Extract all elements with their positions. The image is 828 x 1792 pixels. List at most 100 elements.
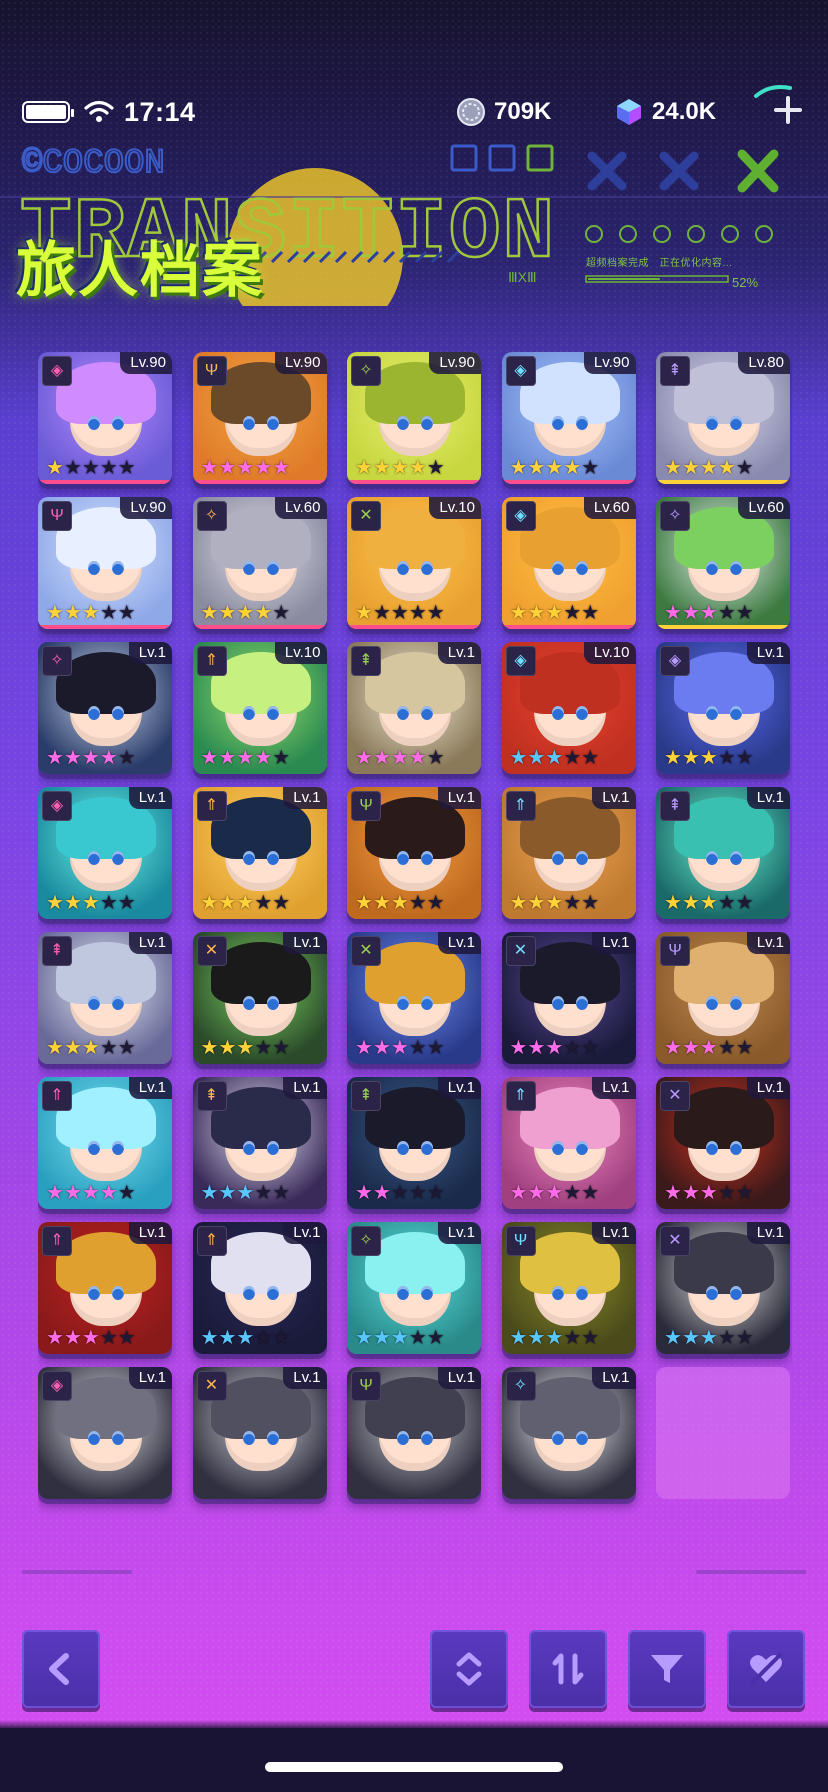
level-badge: Lv.1 [746,1077,790,1099]
character-card[interactable]: ✧ Lv.90 ★ ★ ★ ★ ★ [347,352,481,484]
home-indicator[interactable] [265,1762,563,1772]
gem-currency[interactable]: 24.0K [614,97,716,127]
star-icon: ★ [563,1327,581,1349]
star-rating: ★ ★ ★ ★ ★ [355,1037,445,1059]
class-icon: ✧ [351,1226,381,1256]
character-grid: ◈ Lv.90 ★ ★ ★ ★ ★ Ψ Lv.90 ★ ★ ★ ★ ★ ✧ Lv.90 ★ ★ ★ ★ ★ ◈ Lv.90 ★… [38,352,792,1550]
star-icon: ★ [218,892,236,914]
star-icon: ★ [200,1182,219,1204]
star-icon: ★ [99,892,118,914]
character-card[interactable]: ✕ Lv.1 ★ ★ ★ ★ ★ [347,932,481,1064]
empty-slot [656,1367,790,1499]
character-card[interactable]: ⇞ Lv.1 ★ ★ ★ ★ ★ [347,642,481,774]
favorite-button[interactable] [727,1630,805,1708]
star-icon: ★ [355,457,373,479]
character-card[interactable]: ⇑ Lv.1 ★ ★ ★ ★ ★ [192,787,327,919]
class-icon: ⇞ [196,1081,227,1111]
level-badge: Lv.90 [120,497,172,519]
star-icon: ★ [200,892,219,914]
character-card[interactable]: ⇞ Lv.1 ★ ★ ★ ★ ★ [656,787,790,919]
level-badge: Lv.1 [437,787,481,809]
filter-button[interactable] [628,1630,706,1708]
star-icon: ★ [355,1182,373,1204]
character-card[interactable]: ⇞ Lv.1 ★ ★ ★ ★ ★ [192,1077,327,1209]
character-card[interactable]: ◈ Lv.90 ★ ★ ★ ★ ★ [501,352,636,484]
character-card[interactable]: ⇞ Lv.80 ★ ★ ★ ★ ★ [656,352,790,484]
star-icon: ★ [563,1182,581,1204]
star-icon: ★ [372,1037,391,1059]
character-card[interactable]: Ψ Lv.1 ★ ★ ★ ★ ★ [347,787,481,919]
page-banner: ©COCOON TRANSITION ⅢXⅢ 旅人档案 超频档案完成 正在优化内… [0,136,828,306]
star-icon: ★ [63,892,82,914]
class-icon: ◈ [505,646,536,676]
character-card[interactable]: ◈ Lv.10 ★ ★ ★ ★ ★ [501,642,636,774]
class-icon: Ψ [351,1371,381,1401]
character-card[interactable]: Ψ Lv.90 ★ ★ ★ ★ ★ [38,497,172,629]
class-icon: Ψ [196,356,227,386]
character-card[interactable]: ✧ Lv.1 ★ ★ ★ ★ ★ [347,1222,481,1354]
level-badge: Lv.1 [283,1222,327,1244]
character-card[interactable]: ✕ Lv.1 ★ ★ ★ ★ ★ [501,932,636,1064]
character-card[interactable]: Ψ Lv.1 ★ ★ ★ ★ ★ [501,1222,636,1354]
character-card[interactable]: ✕ Lv.1 ★ ★ ★ ★ ★ [192,932,327,1064]
star-icon: ★ [527,1327,545,1349]
character-card[interactable]: ⇑ Lv.1 ★ ★ ★ ★ ★ [501,1077,636,1209]
star-icon: ★ [254,602,272,624]
character-card[interactable]: ✧ Lv.1 ★ ★ ★ ★ ★ [38,642,172,774]
progress-fill [588,278,660,280]
star-icon: ★ [545,892,563,914]
character-card[interactable]: ✧ Lv.1 [501,1367,636,1499]
class-icon: ✕ [660,1081,690,1111]
star-icon: ★ [272,1182,290,1204]
star-rating: ★ ★ ★ ★ ★ [510,457,600,479]
star-icon: ★ [426,1327,445,1349]
star-icon: ★ [355,602,373,624]
character-card[interactable]: ✕ Lv.1 ★ ★ ★ ★ ★ [656,1077,790,1209]
star-icon: ★ [717,892,736,914]
expand-button[interactable] [430,1630,508,1708]
character-card[interactable]: Ψ Lv.1 ★ ★ ★ ★ ★ [656,932,790,1064]
character-card[interactable]: ⇞ Lv.1 ★ ★ ★ ★ ★ [347,1077,481,1209]
character-card[interactable]: ⇑ Lv.10 ★ ★ ★ ★ ★ [192,642,327,774]
character-card[interactable]: Ψ Lv.90 ★ ★ ★ ★ ★ [192,352,327,484]
character-card[interactable]: ⇞ Lv.1 ★ ★ ★ ★ ★ [38,932,172,1064]
star-icon: ★ [117,1327,136,1349]
dot-row [585,225,773,243]
character-card[interactable]: ⇑ Lv.1 ★ ★ ★ ★ ★ [192,1222,327,1354]
character-card[interactable]: ◈ Lv.1 [38,1367,172,1499]
star-icon: ★ [99,602,118,624]
back-button[interactable] [22,1630,100,1708]
footer-bar [0,1728,828,1792]
star-icon: ★ [408,1182,427,1204]
star-icon: ★ [527,1037,545,1059]
character-card[interactable]: ◈ Lv.1 ★ ★ ★ ★ ★ [38,787,172,919]
character-card[interactable]: ◈ Lv.60 ★ ★ ★ ★ ★ [501,497,636,629]
rail-left [22,1570,132,1574]
character-card[interactable]: ⇑ Lv.1 ★ ★ ★ ★ ★ [38,1222,172,1354]
character-card[interactable]: ✕ Lv.1 [192,1367,327,1499]
character-card[interactable]: ✕ Lv.1 ★ ★ ★ ★ ★ [656,1222,790,1354]
star-icon: ★ [81,457,100,479]
character-card[interactable]: ⇑ Lv.1 ★ ★ ★ ★ ★ [501,787,636,919]
star-icon: ★ [527,457,545,479]
gold-currency[interactable]: 709K [456,97,551,127]
character-card[interactable]: ◈ Lv.1 ★ ★ ★ ★ ★ [656,642,790,774]
plus-icon[interactable] [750,82,806,134]
character-card[interactable]: ◈ Lv.90 ★ ★ ★ ★ ★ [38,352,172,484]
rarity-rim [192,625,327,629]
star-rating: ★ ★ ★ ★ ★ [46,1038,136,1058]
character-card[interactable]: Ψ Lv.1 [347,1367,481,1499]
star-icon: ★ [581,747,599,769]
character-card[interactable]: ✧ Lv.60 ★ ★ ★ ★ ★ [192,497,327,629]
star-icon: ★ [509,1037,528,1059]
star-icon: ★ [355,1037,373,1059]
star-icon: ★ [408,747,427,769]
star-icon: ★ [117,457,136,479]
star-icon: ★ [681,1182,700,1204]
character-card[interactable]: ✕ Lv.10 ★ ★ ★ ★ ★ [347,497,481,629]
level-badge: Lv.1 [283,1077,327,1099]
level-badge: Lv.10 [274,642,327,664]
character-card[interactable]: ✧ Lv.60 ★ ★ ★ ★ ★ [656,497,790,629]
character-card[interactable]: ⇑ Lv.1 ★ ★ ★ ★ ★ [38,1077,172,1209]
sort-button[interactable] [529,1630,607,1708]
